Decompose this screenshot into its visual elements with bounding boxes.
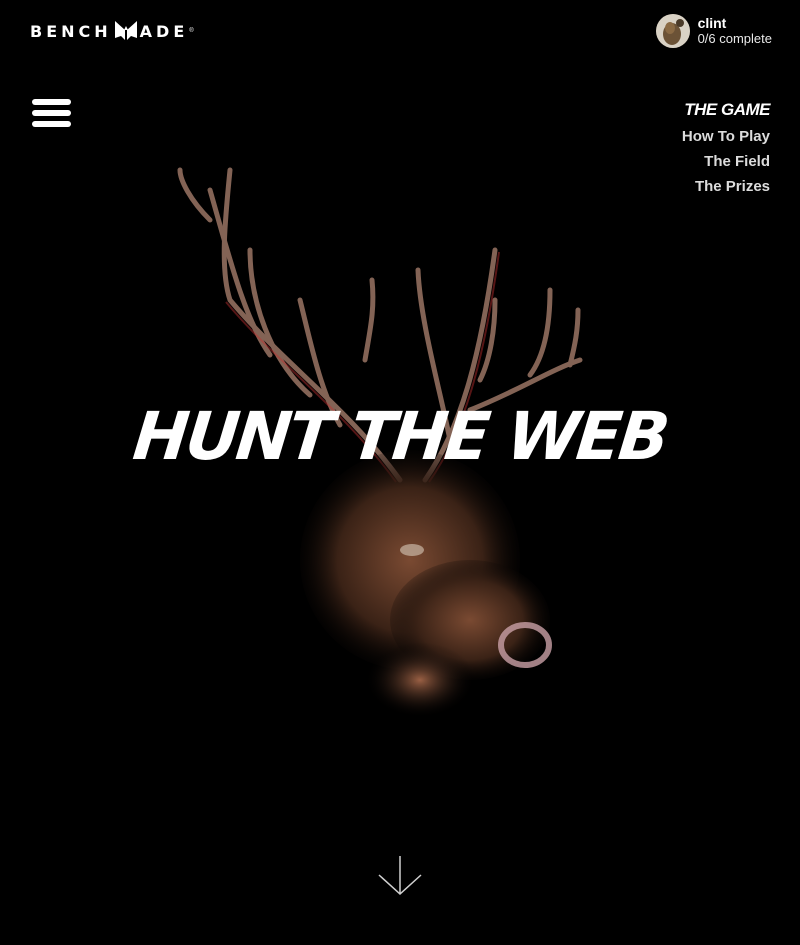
nav-item-how-to-play[interactable]: How To Play [682, 128, 770, 145]
logo-text-left: BENCH [30, 21, 112, 41]
game-nav: THE GAME How To Play The Field The Prize… [682, 100, 771, 203]
arrow-down-icon[interactable] [377, 854, 423, 896]
user-name: clint [697, 15, 727, 31]
hero-title: HUNT THE WEB [129, 398, 671, 475]
user-profile[interactable]: clint 0/6 complete [655, 14, 772, 48]
nav-item-the-field[interactable]: The Field [682, 153, 770, 170]
brand-logo[interactable]: BENCH ADE ® [30, 18, 194, 44]
logo-text-right: ADE [139, 21, 189, 41]
butterfly-logo-icon [114, 21, 137, 40]
avatar-photo [655, 14, 690, 48]
hamburger-menu-icon[interactable] [32, 99, 71, 127]
nav-title[interactable]: THE GAME [682, 100, 770, 120]
user-progress: 0/6 complete [697, 31, 772, 46]
nav-item-the-prizes[interactable]: The Prizes [682, 178, 770, 195]
avatar[interactable] [655, 14, 690, 48]
